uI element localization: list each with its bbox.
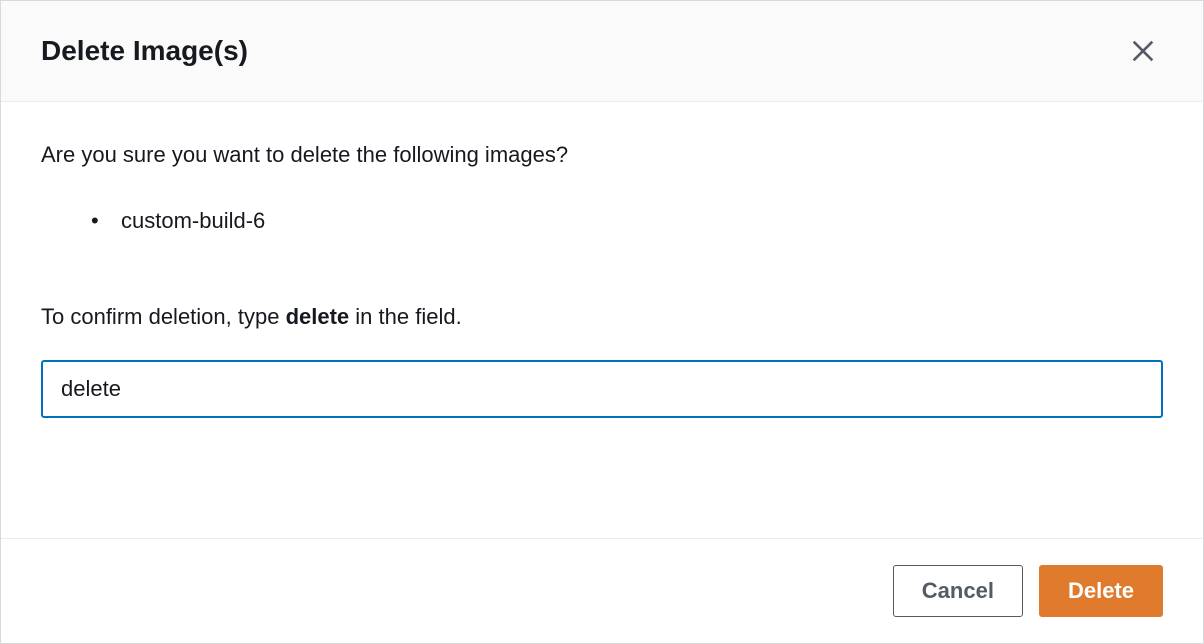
- confirm-question: Are you sure you want to delete the foll…: [41, 142, 1163, 168]
- confirm-input[interactable]: [41, 360, 1163, 418]
- cancel-button[interactable]: Cancel: [893, 565, 1023, 617]
- delete-button[interactable]: Delete: [1039, 565, 1163, 617]
- modal-header: Delete Image(s): [1, 1, 1203, 102]
- list-item: custom-build-6: [91, 208, 1163, 234]
- close-icon: [1129, 37, 1157, 65]
- modal-footer: Cancel Delete: [1, 538, 1203, 643]
- instruction-keyword: delete: [286, 304, 350, 329]
- modal-title: Delete Image(s): [41, 35, 248, 67]
- instruction-suffix: in the field.: [349, 304, 462, 329]
- image-list: custom-build-6: [41, 208, 1163, 234]
- modal-body: Are you sure you want to delete the foll…: [1, 102, 1203, 538]
- close-button[interactable]: [1123, 31, 1163, 71]
- confirm-instruction: To confirm deletion, type delete in the …: [41, 304, 1163, 330]
- instruction-prefix: To confirm deletion, type: [41, 304, 286, 329]
- delete-images-modal: Delete Image(s) Are you sure you want to…: [0, 0, 1204, 644]
